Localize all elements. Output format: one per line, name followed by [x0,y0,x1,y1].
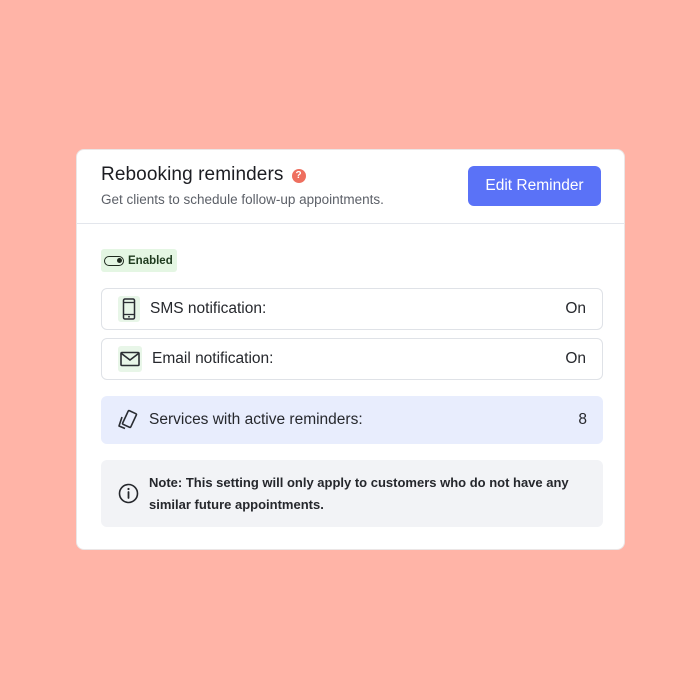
status-badge: Enabled [101,249,177,272]
card-title: Rebooking reminders [101,164,284,185]
card-header: Rebooking reminders ? Get clients to sch… [77,150,624,224]
services-row: Services with active reminders: 8 [101,396,603,444]
services-label: Services with active reminders: [149,411,363,428]
sms-notification-row: SMS notification: On [101,288,603,330]
envelope-icon [118,346,142,372]
phone-icon [118,296,140,322]
rebooking-reminders-card: Rebooking reminders ? Get clients to sch… [76,149,625,550]
note-text: Note: This setting will only apply to cu… [149,474,569,512]
info-icon [117,483,139,505]
toggle-on-icon [104,255,124,266]
services-count: 8 [578,411,587,428]
email-notification-row: Email notification: On [101,338,603,380]
email-notification-value: On [565,350,586,367]
edit-reminder-button[interactable]: Edit Reminder [468,166,601,206]
sms-notification-value: On [565,300,586,317]
status-badge-label: Enabled [128,254,173,267]
note-box: Note: This setting will only apply to cu… [101,460,603,527]
help-icon[interactable]: ? [291,168,306,183]
cards-icon [117,409,139,431]
title-row: Rebooking reminders ? [101,164,306,186]
email-notification-label: Email notification: [152,350,274,367]
sms-notification-label: SMS notification: [150,300,267,317]
card-subtitle: Get clients to schedule follow-up appoin… [101,192,384,207]
